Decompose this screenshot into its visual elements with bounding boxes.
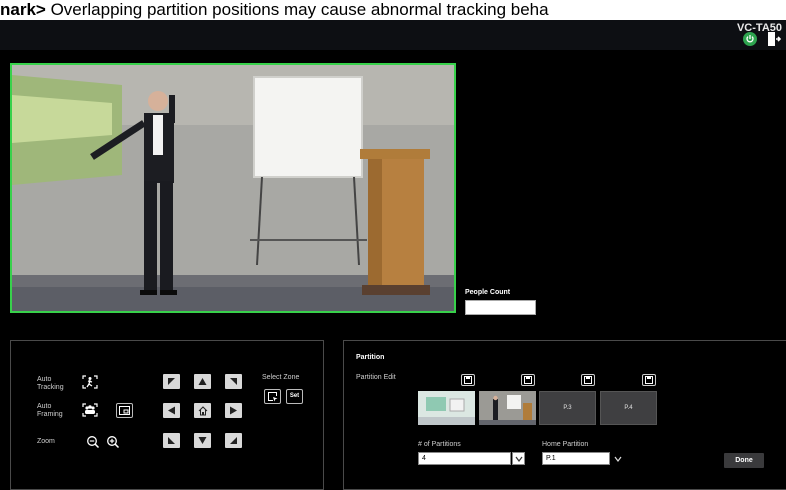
pan-down-left-button[interactable] — [163, 433, 180, 448]
tilt-down-button[interactable] — [194, 433, 211, 448]
partition-thumb-3[interactable]: P.3 — [539, 391, 596, 425]
partition-thumb-1[interactable] — [418, 391, 475, 425]
auto-tracking-label: Auto Tracking — [37, 376, 64, 391]
zoom-in-icon[interactable] — [104, 434, 122, 450]
save-partition-1-button[interactable] — [461, 374, 475, 386]
pan-down-right-button[interactable] — [225, 433, 242, 448]
auto-framing-icon[interactable] — [81, 402, 99, 418]
auto-tracking-icon[interactable] — [81, 374, 99, 390]
people-count-label: People Count — [465, 289, 511, 296]
num-partitions-select[interactable]: 4 — [418, 452, 511, 465]
select-zone-label: Select Zone — [262, 374, 300, 381]
zoom-label: Zoom — [37, 438, 55, 445]
home-partition-select[interactable]: P.1 — [542, 452, 610, 465]
num-partitions-chevron-down-icon[interactable] — [512, 452, 525, 465]
partition-thumb-4[interactable]: P.4 — [600, 391, 657, 425]
framing-settings-button[interactable] — [116, 403, 133, 418]
remark-prefix: nark> — [0, 0, 46, 19]
save-partition-4-button[interactable] — [642, 374, 656, 386]
auto-framing-label: Auto Framing — [37, 403, 63, 418]
home-button[interactable] — [194, 403, 211, 418]
pan-right-button[interactable] — [225, 403, 242, 418]
remark-text: Overlapping partition positions may caus… — [45, 0, 549, 19]
partition-title: Partition — [356, 354, 385, 361]
video-frame — [12, 65, 454, 311]
done-button[interactable]: Done — [724, 453, 764, 468]
home-partition-chevron-down-icon[interactable] — [611, 452, 624, 465]
partition-edit-label: Partition Edit — [356, 374, 396, 381]
tilt-up-button[interactable] — [194, 374, 211, 389]
select-zone-button[interactable] — [264, 389, 281, 404]
save-partition-2-button[interactable] — [521, 374, 535, 386]
people-count-field — [465, 300, 536, 315]
top-bar — [0, 20, 786, 50]
zoom-out-icon[interactable] — [84, 434, 102, 450]
set-zone-button[interactable]: Set — [286, 389, 303, 404]
pan-up-right-button[interactable] — [225, 374, 242, 389]
home-partition-label: Home Partition — [542, 441, 589, 448]
power-icon[interactable] — [743, 32, 757, 46]
video-preview[interactable] — [10, 63, 456, 313]
pan-left-button[interactable] — [163, 403, 180, 418]
pan-up-left-button[interactable] — [163, 374, 180, 389]
save-partition-3-button[interactable] — [581, 374, 595, 386]
remark-bar: nark> Overlapping partition positions ma… — [0, 0, 786, 20]
logout-icon[interactable] — [767, 31, 782, 47]
num-partitions-label: # of Partitions — [418, 441, 461, 448]
partition-thumb-2[interactable] — [479, 391, 536, 425]
